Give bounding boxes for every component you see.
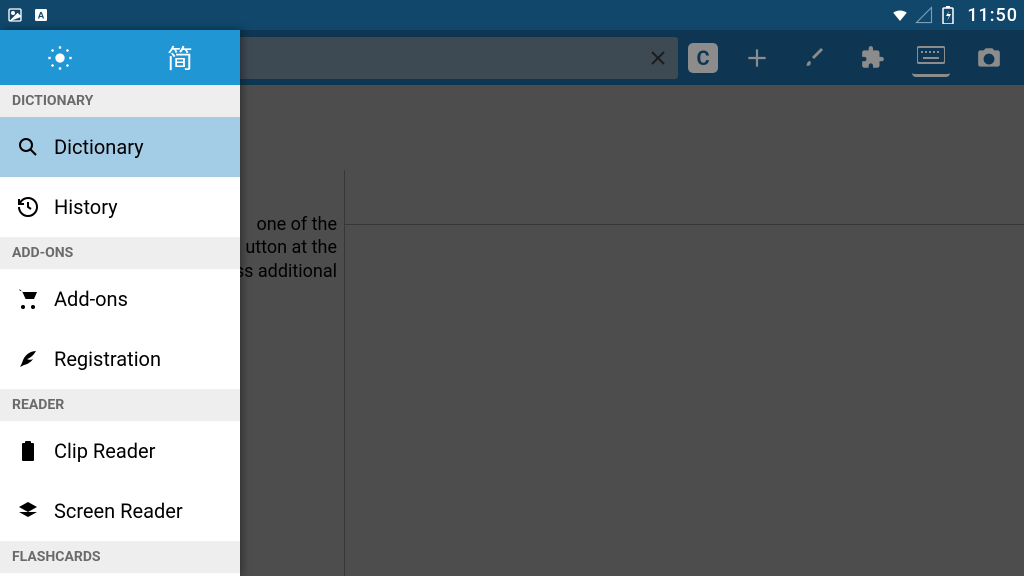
drawer-item-clip-reader[interactable]: Clip Reader — [0, 421, 240, 481]
drawer-item-registration[interactable]: Registration — [0, 329, 240, 389]
section-header-flashcards: FLASHCARDS — [0, 541, 240, 573]
search-icon — [14, 133, 42, 161]
history-icon — [14, 193, 42, 221]
drawer-item-label: Clip Reader — [54, 439, 155, 463]
status-bar: A 11:50 — [0, 0, 1024, 30]
drawer-item-addons[interactable]: Add-ons — [0, 269, 240, 329]
quill-icon — [14, 345, 42, 373]
section-header-addons: ADD-ONS — [0, 237, 240, 269]
cart-icon — [14, 285, 42, 313]
status-clock: 11:50 — [967, 5, 1018, 26]
drawer-item-label: Add-ons — [54, 287, 128, 311]
battery-charging-icon — [939, 6, 957, 24]
notification-image-icon — [6, 6, 24, 24]
drawer-header: 简 — [0, 30, 240, 85]
layers-icon — [14, 497, 42, 525]
notification-a-icon: A — [32, 6, 50, 24]
clipboard-icon — [14, 437, 42, 465]
drawer-item-label: History — [54, 195, 118, 219]
drawer-item-dictionary[interactable]: Dictionary — [0, 117, 240, 177]
navigation-drawer: 简 DICTIONARY Dictionary History ADD-ONS … — [0, 30, 240, 576]
signal-icon — [915, 6, 933, 24]
theme-toggle-button[interactable] — [0, 30, 120, 85]
drawer-item-label: Screen Reader — [54, 499, 183, 523]
drawer-item-screen-reader[interactable]: Screen Reader — [0, 481, 240, 541]
svg-text:A: A — [38, 10, 45, 20]
sun-icon — [46, 44, 74, 72]
drawer-item-label: Dictionary — [54, 135, 144, 159]
wifi-icon — [891, 6, 909, 24]
language-toggle-button[interactable]: 简 — [120, 30, 240, 85]
section-header-dictionary: DICTIONARY — [0, 85, 240, 117]
drawer-item-history[interactable]: History — [0, 177, 240, 237]
section-header-reader: READER — [0, 389, 240, 421]
drawer-item-label: Registration — [54, 347, 161, 371]
